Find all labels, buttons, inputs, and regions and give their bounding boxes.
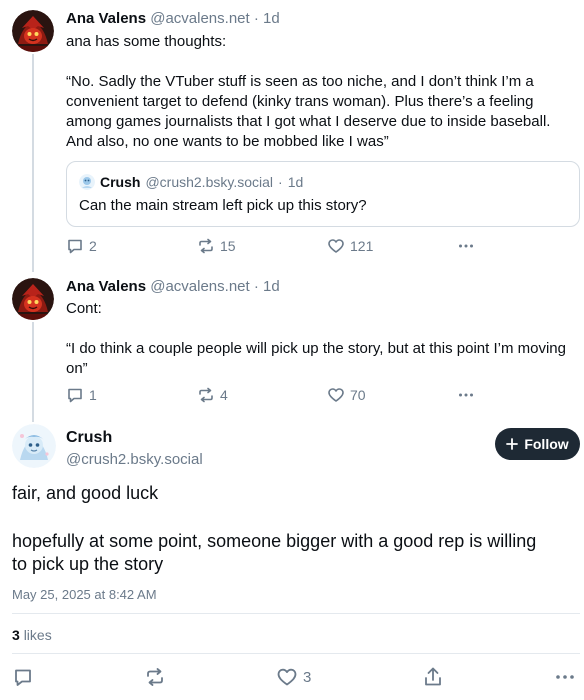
repost-button[interactable]	[144, 666, 166, 688]
follow-label: Follow	[524, 436, 569, 452]
separator: ·	[278, 174, 283, 190]
post-header: Ana Valens @acvalens.net · 1d	[66, 9, 578, 29]
repost-icon	[147, 668, 163, 686]
main-post-actions: 3	[0, 666, 584, 692]
share-button[interactable]	[422, 666, 444, 688]
quoted-post-header: Crush @crush2.bsky.social · 1d	[79, 173, 567, 191]
more-options-button[interactable]	[457, 386, 475, 404]
red-character-avatar-icon	[12, 278, 54, 320]
quoted-post-text: Can the main stream left pick up this st…	[79, 197, 367, 214]
post-intro: Cont:	[66, 300, 102, 317]
follow-button[interactable]: Follow	[495, 428, 580, 460]
reply-count: 1	[89, 387, 97, 403]
post-time[interactable]: 1d	[263, 10, 280, 27]
main-author-handle[interactable]: @crush2.bsky.social	[66, 450, 203, 470]
post-quote-text: “I do think a couple people will pick up…	[66, 340, 566, 377]
likes-label: likes	[23, 627, 52, 643]
quoted-post-time: 1d	[287, 174, 304, 190]
heart-icon	[328, 239, 344, 253]
author-handle[interactable]: @acvalens.net	[150, 278, 249, 295]
heart-icon	[277, 668, 297, 686]
post-quote-text: “No. Sadly the VTuber stuff is seen as t…	[66, 73, 551, 150]
reply-icon	[68, 239, 82, 254]
divider	[12, 653, 580, 654]
quoted-author-handle: @crush2.bsky.social	[145, 174, 274, 190]
reply-icon	[68, 388, 82, 403]
author-avatar[interactable]	[12, 10, 54, 52]
like-button[interactable]: 3	[276, 666, 311, 688]
author-name[interactable]: Ana Valens	[66, 10, 146, 27]
plus-icon	[506, 438, 519, 450]
author-handle[interactable]: @acvalens.net	[150, 10, 249, 27]
main-post-text-1: fair, and good luck	[12, 483, 159, 503]
more-dots-icon	[459, 393, 473, 397]
quoted-author-name: Crush	[100, 174, 141, 190]
reply-button[interactable]: 2	[66, 237, 97, 255]
separator: ·	[253, 10, 259, 27]
repost-icon	[199, 238, 213, 254]
main-author-name[interactable]: Crush	[66, 428, 112, 448]
like-count: 121	[350, 238, 374, 254]
blue-character-avatar-icon	[79, 174, 95, 190]
main-post-text-2: hopefully at some point, someone bigger …	[12, 531, 537, 574]
post-actions: 1 4 70	[66, 386, 473, 406]
thread-post-2[interactable]: Ana Valens @acvalens.net · 1d Cont: “I d…	[0, 272, 584, 414]
reply-button[interactable]: 1	[66, 386, 97, 404]
like-button[interactable]: 70	[327, 386, 366, 404]
red-character-avatar-icon	[12, 10, 54, 52]
repost-count: 15	[220, 238, 236, 254]
reply-count: 2	[89, 238, 97, 254]
author-avatar[interactable]	[12, 278, 54, 320]
post-time[interactable]: 1d	[263, 278, 280, 295]
post-actions: 2 15 121	[66, 237, 473, 257]
like-count: 3	[303, 668, 312, 686]
heart-icon	[328, 388, 344, 402]
likes-summary[interactable]: 3 likes	[12, 626, 52, 644]
repost-icon	[199, 387, 213, 403]
repost-button[interactable]: 15	[197, 237, 236, 255]
more-dots-icon	[556, 675, 574, 679]
post-date[interactable]: May 25, 2025 at 8:42 AM	[12, 587, 157, 603]
separator: ·	[253, 278, 259, 295]
repost-count: 4	[220, 387, 228, 403]
main-author-avatar[interactable]	[12, 424, 56, 468]
reply-icon	[15, 669, 31, 686]
more-options-button[interactable]	[457, 237, 475, 255]
like-button[interactable]: 121	[327, 237, 373, 255]
quoted-post[interactable]: Crush @crush2.bsky.social · 1d Can the m…	[66, 161, 580, 227]
more-options-button[interactable]	[554, 666, 576, 688]
post-intro: ana has some thoughts:	[66, 33, 227, 50]
divider	[12, 613, 580, 614]
thread-post-1[interactable]: Ana Valens @acvalens.net · 1d ana has so…	[0, 0, 584, 272]
author-name[interactable]: Ana Valens	[66, 278, 146, 295]
like-count: 70	[350, 387, 366, 403]
more-dots-icon	[459, 244, 473, 248]
likes-count: 3	[12, 627, 20, 643]
quoted-avatar	[79, 174, 95, 190]
post-header: Ana Valens @acvalens.net · 1d	[66, 277, 578, 297]
share-icon	[425, 667, 441, 686]
reply-button[interactable]	[12, 666, 34, 688]
repost-button[interactable]: 4	[197, 386, 228, 404]
blue-character-avatar-icon	[12, 424, 56, 468]
